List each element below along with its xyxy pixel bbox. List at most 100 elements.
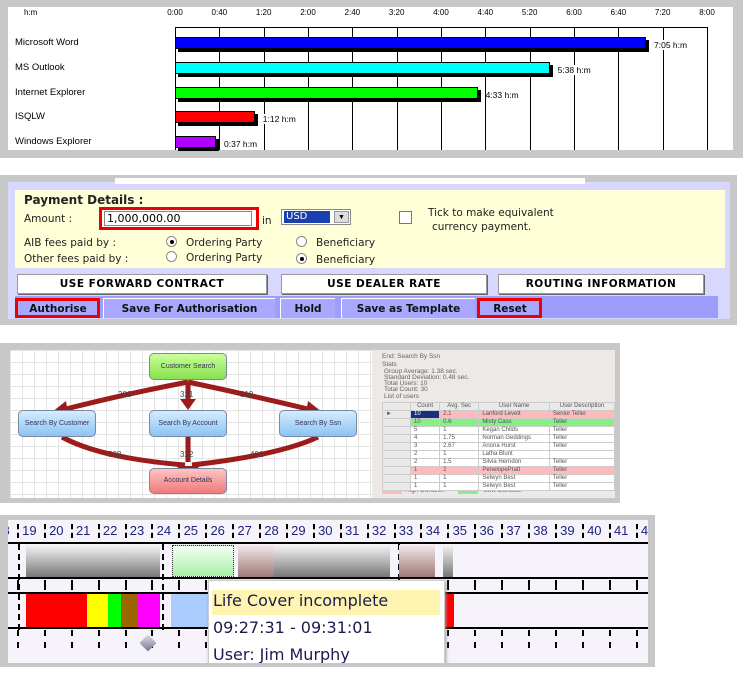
timeline-number: 36 (479, 523, 494, 538)
diamond-marker-icon[interactable] (139, 634, 157, 652)
table-cell: 2.1 (439, 410, 480, 419)
selected-green-block[interactable] (172, 545, 234, 577)
gray-block[interactable] (443, 545, 453, 577)
green-segment[interactable] (108, 594, 121, 627)
tick-mark (528, 580, 530, 590)
node-account-details[interactable]: Account Details (149, 468, 227, 494)
tick-mark (474, 580, 477, 590)
yellow-segment[interactable] (87, 594, 108, 627)
routing-information-button[interactable]: ROUTING INFORMATION (498, 274, 704, 294)
row-selector[interactable] (382, 426, 411, 435)
tick-mark (205, 630, 208, 648)
table-cell: Teller (548, 466, 616, 475)
row-selector[interactable] (382, 442, 411, 451)
node-search-by-customer[interactable]: Search By Customer (18, 410, 96, 437)
tick-mark (16, 580, 19, 590)
node-search-by-account[interactable]: Search By Account (149, 410, 227, 437)
gridline (707, 27, 708, 150)
tick-mark (205, 524, 208, 538)
col-count[interactable]: Count (409, 402, 441, 411)
table-row[interactable]: 2 1.5 Silvia Herndon Teller (382, 458, 616, 467)
table-row[interactable]: 10 0.6 Misty Cass Teller (382, 418, 616, 427)
row-selector[interactable] (382, 418, 411, 427)
table-cell: Silvia Herndon (478, 458, 550, 467)
edge-label: 306 (118, 390, 132, 399)
gray-block[interactable] (274, 545, 390, 577)
table-row[interactable]: 3 2.67 Anona Hurst Teller (382, 442, 616, 451)
data-label: 4:33 h:m (485, 89, 519, 100)
table-cell: Teller (548, 434, 616, 443)
row-selector[interactable] (382, 466, 411, 475)
table-row[interactable]: 1 1 Selwyn Best Teller (382, 482, 616, 491)
table-cell: Senior Teller (548, 410, 616, 419)
tick-mark (70, 524, 73, 538)
equivalent-currency-checkbox[interactable] (399, 211, 412, 224)
tick-mark (205, 580, 208, 590)
tick-mark (608, 580, 611, 590)
col-user-description[interactable]: User Description (548, 402, 616, 411)
table-cell: 1 (439, 474, 480, 483)
row-selector[interactable] (382, 434, 411, 443)
gray-block[interactable] (26, 545, 160, 577)
red-segment[interactable] (444, 594, 454, 627)
x-tick-label: 6:00 (566, 8, 582, 17)
x-tick-label: 5:20 (521, 8, 538, 17)
brown-segment[interactable] (121, 594, 137, 627)
tick-mark (474, 524, 477, 538)
timeline-number: 37 (506, 523, 521, 538)
row-selector[interactable] (382, 450, 411, 459)
x-tick-label: 3:20 (388, 8, 405, 17)
data-label: 7:05 h:m (654, 40, 688, 50)
tick-mark (581, 524, 584, 538)
reset-button[interactable]: Reset (477, 298, 542, 318)
table-cell: 1 (409, 482, 441, 491)
timeline-number: 18 (8, 523, 16, 538)
tick-mark (70, 580, 73, 590)
col-avg[interactable]: Avg. Sec (439, 402, 480, 411)
table-row[interactable]: 1 2 PenelopePratt Teller (382, 466, 616, 475)
timeline-number: 26 (210, 523, 225, 538)
table-row[interactable]: 4 1.75 Norman Geddings Teller (382, 434, 616, 443)
table-row[interactable]: 1 1 Selwyn Best Teller (382, 474, 616, 483)
x-tick-label: 4:00 (433, 8, 449, 17)
tick-mark (501, 630, 504, 648)
magenta-segment[interactable] (137, 594, 160, 627)
table-cell (548, 450, 616, 459)
rose-block[interactable] (238, 545, 274, 577)
row-selector[interactable] (382, 474, 411, 483)
tick-mark (474, 630, 477, 648)
table-row[interactable]: 2 1 Latha Blunt (382, 450, 616, 459)
red-segment[interactable] (26, 594, 87, 627)
table-cell: 2 (439, 466, 480, 475)
timeline-number: 25 (183, 523, 199, 538)
row-selector[interactable] (382, 482, 411, 491)
timeline-number: 34 (425, 523, 441, 538)
tick-mark (151, 524, 154, 538)
table-row[interactable]: 5 1 Kegan Childs Teller (382, 426, 616, 435)
table-row[interactable]: ► 10 2.1 Lanford Levett Senior Teller (382, 410, 616, 419)
tick-mark (16, 630, 19, 648)
table-cell: 1 (439, 426, 480, 435)
tooltip-time: 09:27:31 - 09:31:01 (213, 618, 373, 637)
tick-mark (581, 580, 584, 590)
rose-block[interactable] (399, 545, 435, 577)
table-cell: 10 (409, 418, 441, 427)
node-customer-search[interactable]: Customer Search (149, 353, 227, 380)
tick-mark (554, 524, 557, 538)
tick-mark (16, 524, 19, 538)
row-selector[interactable]: ► (382, 410, 411, 419)
x-tick-label: 6:40 (610, 8, 627, 17)
tick-mark (70, 630, 73, 648)
timeline-number: 20 (49, 523, 64, 538)
timeline-number: 38 (533, 523, 548, 538)
timeline-number: 21 (75, 523, 91, 538)
col-user-name[interactable]: User Name (478, 402, 550, 411)
node-search-by-ssn[interactable]: Search By Ssn (279, 410, 357, 437)
timeline-number: 19 (22, 523, 37, 538)
row-selector[interactable] (382, 458, 411, 467)
table-cell: Selwyn Best (478, 482, 550, 491)
timeline-number: 41 (613, 523, 629, 538)
table-cell: 5 (409, 426, 441, 435)
tick-mark (447, 580, 450, 590)
tick-mark (178, 580, 181, 590)
